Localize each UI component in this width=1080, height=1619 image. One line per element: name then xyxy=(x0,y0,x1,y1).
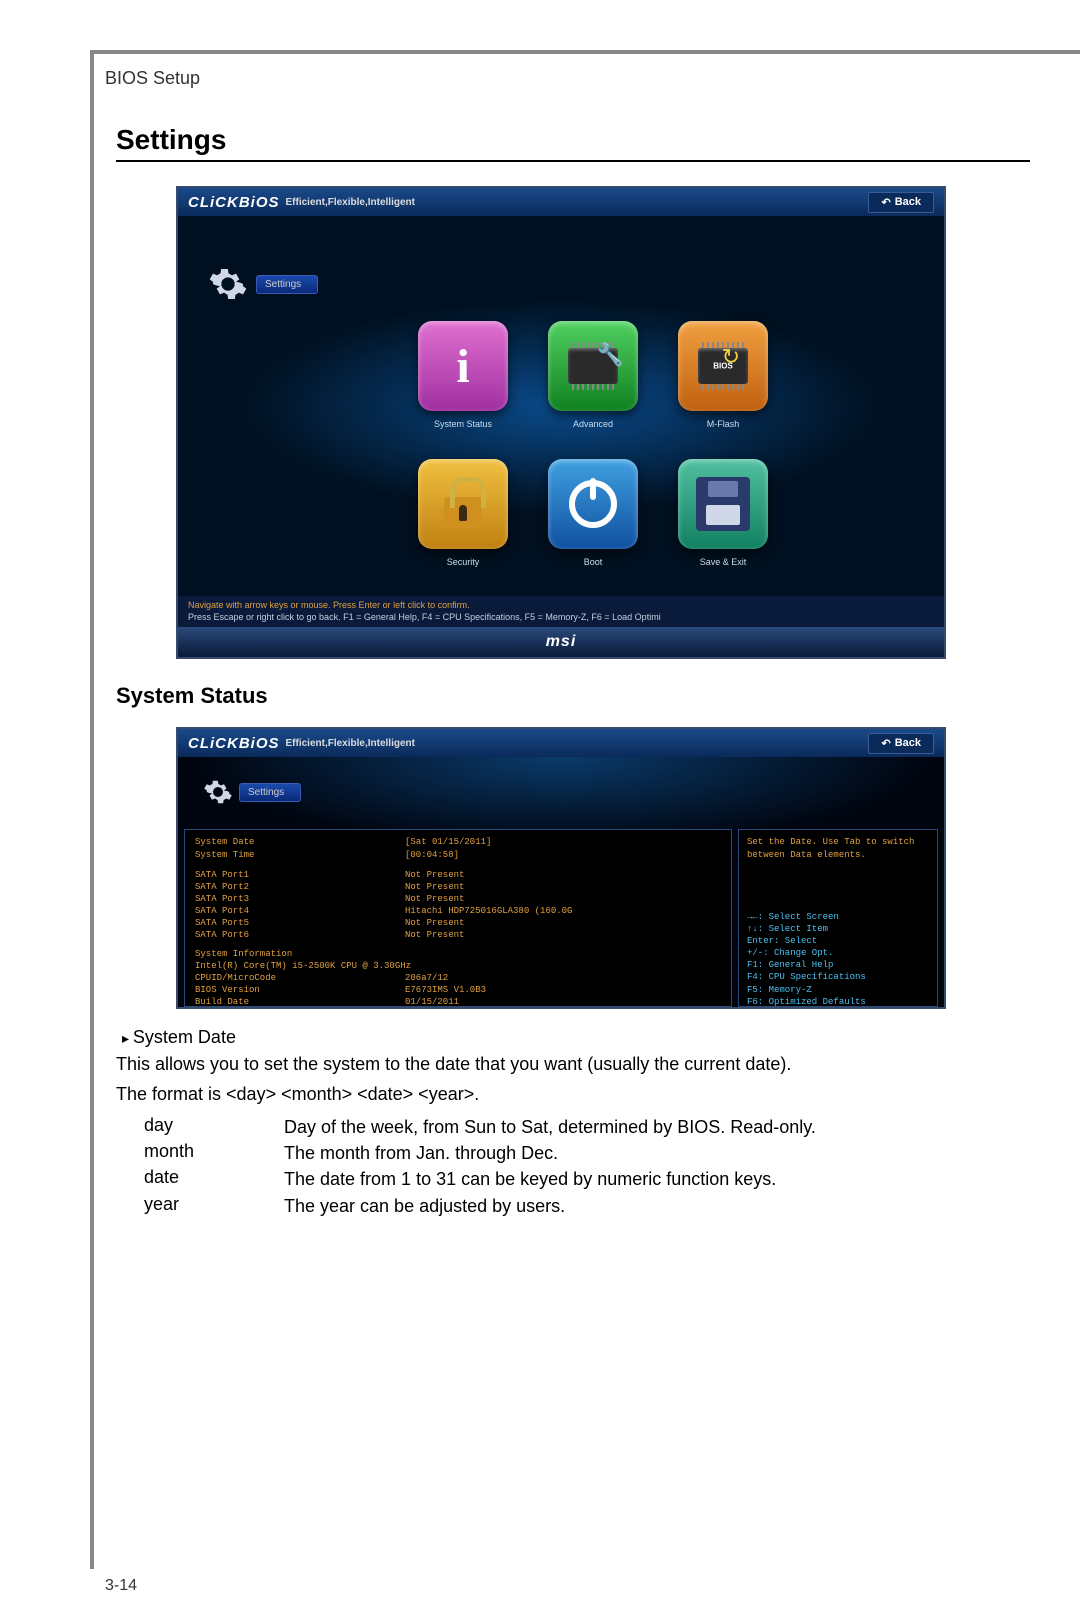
doc-item-title: System Date xyxy=(122,1027,1030,1048)
settings-label: Settings xyxy=(239,783,301,802)
row-value: Not Present xyxy=(405,929,464,941)
row-label: SATA Port4 xyxy=(195,905,405,917)
row-label: System Date xyxy=(195,836,405,848)
tile-label: System Status xyxy=(408,419,518,429)
key-hint: F4: CPU Specifications xyxy=(747,971,929,983)
back-button[interactable]: ↶ Back xyxy=(868,733,934,754)
tile-system-status[interactable]: i System Status xyxy=(408,321,518,429)
doc-row: date The date from 1 to 31 can be keyed … xyxy=(144,1167,1030,1191)
help-text: Set the Date. Use Tab to switch xyxy=(747,836,929,848)
key-hint: F1: General Help xyxy=(747,959,929,971)
tile-save-exit[interactable]: Save & Exit xyxy=(668,459,778,567)
bios-status-screenshot: CLiCKBiOS Efficient,Flexible,Intelligent… xyxy=(176,727,946,1009)
row-label: SATA Port3 xyxy=(195,893,405,905)
settings-breadcrumb: Settings xyxy=(208,264,318,304)
bios-tagline: Efficient,Flexible,Intelligent xyxy=(286,738,415,749)
gear-icon xyxy=(203,777,233,807)
tile-mflash[interactable]: BIOS↻ M-Flash xyxy=(668,321,778,429)
row-label: BIOS Version xyxy=(195,984,405,996)
doc-key: month xyxy=(144,1141,284,1165)
row-value: Not Present xyxy=(405,917,464,929)
help-text: between Data elements. xyxy=(747,849,929,861)
help-line: Navigate with arrow keys or mouse. Press… xyxy=(188,600,934,612)
row-value: 01/15/2011 xyxy=(405,996,459,1007)
key-hint: F6: Optimized Defaults xyxy=(747,996,929,1008)
tile-label: Boot xyxy=(538,557,648,567)
floppy-icon xyxy=(678,459,768,549)
key-hint: F5: Memory-Z xyxy=(747,984,929,996)
bios-topbar: CLiCKBiOS Efficient,Flexible,Intelligent… xyxy=(178,188,944,216)
page-number: 3-14 xyxy=(105,1577,137,1595)
gear-icon xyxy=(208,264,248,304)
tile-label: Save & Exit xyxy=(668,557,778,567)
key-hint: →←: Select Screen xyxy=(747,911,929,923)
doc-row: year The year can be adjusted by users. xyxy=(144,1194,1030,1218)
row-value: Not Present xyxy=(405,869,464,881)
doc-row: month The month from Jan. through Dec. xyxy=(144,1141,1030,1165)
tile-boot[interactable]: Boot xyxy=(538,459,648,567)
bios-logo-text: CLiCKBiOS xyxy=(188,194,280,211)
status-right-panel: Set the Date. Use Tab to switch between … xyxy=(738,829,938,1007)
page-frame: Settings CLiCKBiOS Efficient,Flexible,In… xyxy=(90,50,1080,1569)
tile-label: M-Flash xyxy=(668,419,778,429)
row-label: SATA Port2 xyxy=(195,881,405,893)
back-label: Back xyxy=(895,737,921,749)
sysinfo-header: System Information xyxy=(195,948,721,960)
section-title: Settings xyxy=(116,124,1030,162)
back-arrow-icon: ↶ xyxy=(881,196,890,209)
back-arrow-icon: ↶ xyxy=(881,737,890,750)
row-label: CPUID/MicroCode xyxy=(195,972,405,984)
row-label: Intel(R) Core(TM) i5-2500K CPU @ 3.30GHz xyxy=(195,960,411,972)
status-left-panel: System Date[Sat 01/15/2011] System Time[… xyxy=(184,829,732,1007)
lock-icon xyxy=(418,459,508,549)
bios-chip-icon: BIOS↻ xyxy=(678,321,768,411)
row-label: SATA Port1 xyxy=(195,869,405,881)
info-icon: i xyxy=(418,321,508,411)
row-label: SATA Port5 xyxy=(195,917,405,929)
bios-tagline: Efficient,Flexible,Intelligent xyxy=(286,197,415,208)
tile-security[interactable]: Security xyxy=(408,459,518,567)
row-label: System Time xyxy=(195,849,405,861)
bios-topbar: CLiCKBiOS Efficient,Flexible,Intelligent… xyxy=(178,729,944,757)
doc-val: The year can be adjusted by users. xyxy=(284,1194,1030,1218)
tile-advanced[interactable]: 🔧 Advanced xyxy=(538,321,648,429)
msi-brand-bar: msi xyxy=(178,627,944,657)
doc-val: The month from Jan. through Dec. xyxy=(284,1141,1030,1165)
settings-breadcrumb: Settings xyxy=(203,777,301,807)
row-value: E7673IMS V1.0B3 xyxy=(405,984,486,996)
settings-label: Settings xyxy=(256,275,318,294)
doc-val: The date from 1 to 31 can be keyed by nu… xyxy=(284,1167,1030,1191)
tile-label: Advanced xyxy=(538,419,648,429)
doc-key: date xyxy=(144,1167,284,1191)
back-button[interactable]: ↶ Back xyxy=(868,192,934,213)
power-icon xyxy=(548,459,638,549)
subsection-title: System Status xyxy=(116,683,1030,709)
chip-wrench-icon: 🔧 xyxy=(548,321,638,411)
row-value[interactable]: [Sat 01/15/2011] xyxy=(405,836,491,848)
doc-row: day Day of the week, from Sun to Sat, de… xyxy=(144,1115,1030,1139)
row-value: 206a7/12 xyxy=(405,972,448,984)
help-line: Press Escape or right click to go back. … xyxy=(188,612,934,624)
row-value: Not Present xyxy=(405,893,464,905)
doc-key: day xyxy=(144,1115,284,1139)
bios-logo-text: CLiCKBiOS xyxy=(188,735,280,752)
key-hint: +/-: Change Opt. xyxy=(747,947,929,959)
doc-key: year xyxy=(144,1194,284,1218)
key-hint: ↑↓: Select Item xyxy=(747,923,929,935)
key-hint: Enter: Select xyxy=(747,935,929,947)
tile-label: Security xyxy=(408,557,518,567)
back-label: Back xyxy=(895,196,921,208)
row-value: Not Present xyxy=(405,881,464,893)
help-bar: Navigate with arrow keys or mouse. Press… xyxy=(178,596,944,627)
row-label: Build Date xyxy=(195,996,405,1007)
row-value[interactable]: [00:04:58] xyxy=(405,849,459,861)
row-label: SATA Port6 xyxy=(195,929,405,941)
bios-settings-screenshot: CLiCKBiOS Efficient,Flexible,Intelligent… xyxy=(176,186,946,659)
doc-val: Day of the week, from Sun to Sat, determ… xyxy=(284,1115,1030,1139)
row-value: Hitachi HDP725016GLA380 (160.0G xyxy=(405,905,572,917)
doc-paragraph: The format is <day> <month> <date> <year… xyxy=(116,1082,1030,1107)
doc-paragraph: This allows you to set the system to the… xyxy=(116,1052,1030,1077)
